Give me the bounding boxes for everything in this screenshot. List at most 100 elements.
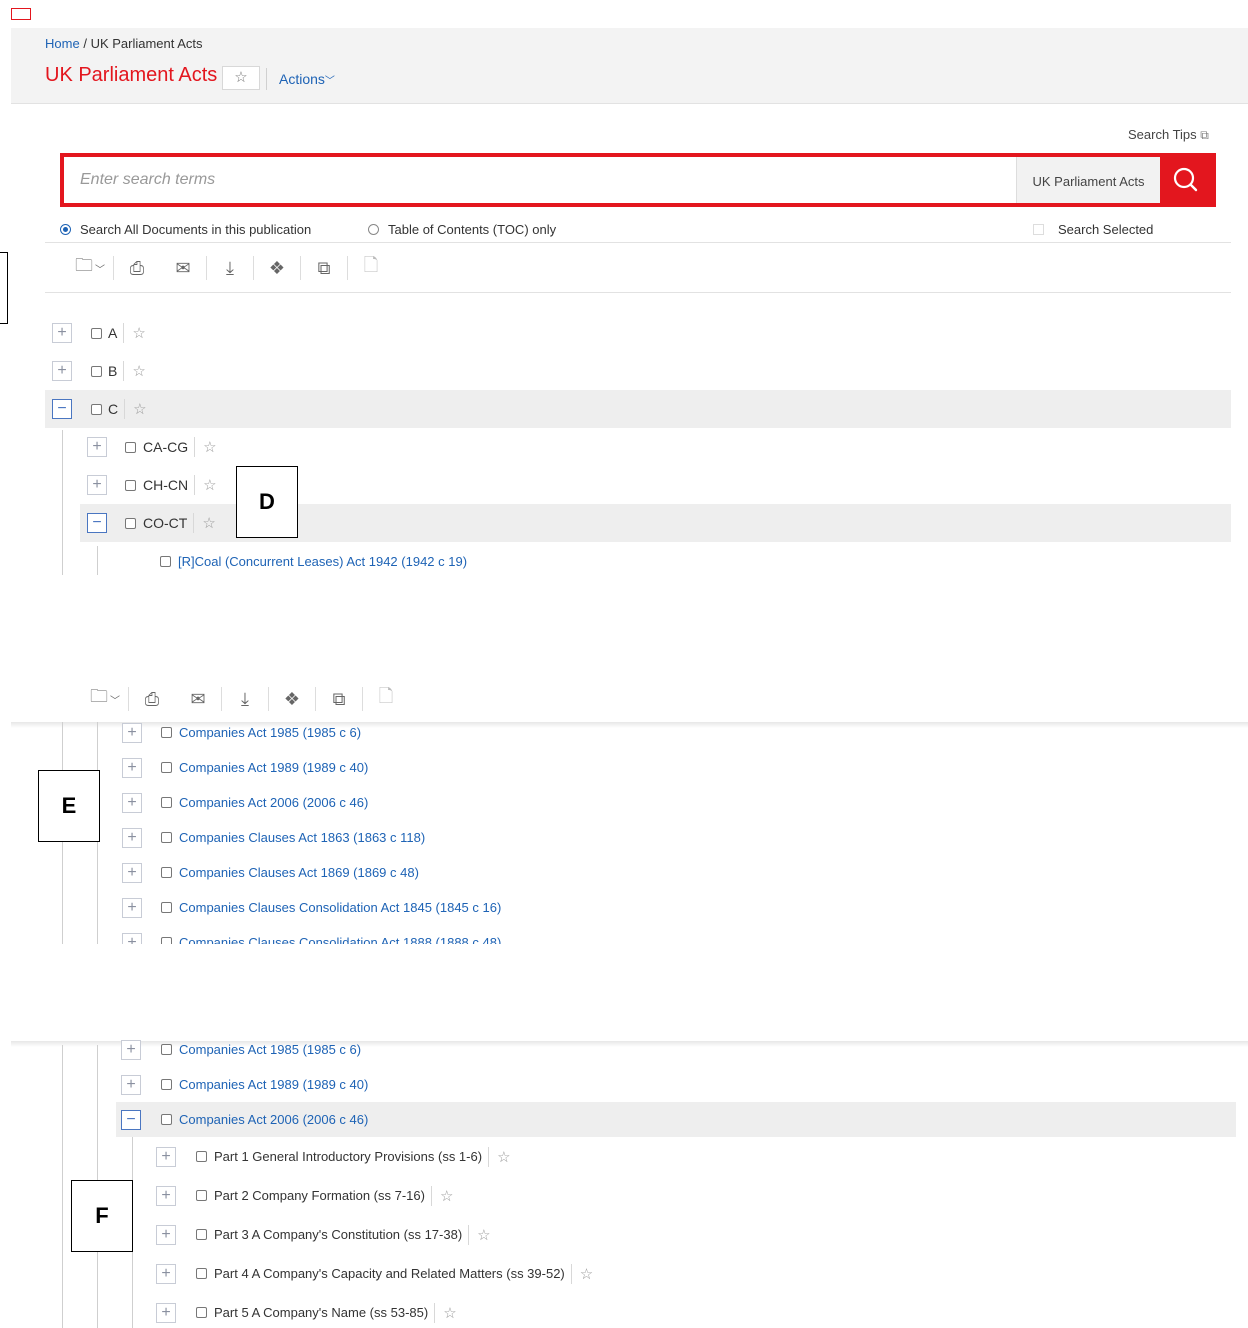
row-checkbox[interactable] bbox=[91, 365, 102, 377]
download-icon[interactable]: ⤓ bbox=[207, 253, 253, 283]
favorite-star-icon[interactable]: ☆ bbox=[443, 1304, 456, 1322]
document-link[interactable]: [R]Coal (Concurrent Leases) Act 1942 (19… bbox=[178, 554, 467, 569]
document-link[interactable]: Companies Act 2006 (2006 c 46) bbox=[179, 1112, 368, 1127]
tree-label[interactable]: Part 3 A Company's Constitution (ss 17-3… bbox=[214, 1227, 462, 1242]
dropbox-icon[interactable]: ❖ bbox=[254, 253, 300, 283]
radio-all-documents[interactable] bbox=[60, 224, 71, 235]
collapse-icon[interactable]: − bbox=[121, 1109, 141, 1130]
expand-icon[interactable]: + bbox=[122, 792, 142, 813]
expand-icon[interactable]: + bbox=[52, 361, 72, 381]
tree-label[interactable]: Part 4 A Company's Capacity and Related … bbox=[214, 1266, 565, 1281]
folder-icon[interactable]: 🗀 ﹀ bbox=[67, 253, 113, 283]
row-checkbox[interactable] bbox=[161, 937, 172, 944]
expand-icon[interactable]: + bbox=[52, 323, 72, 343]
row-checkbox[interactable] bbox=[125, 441, 136, 453]
row-checkbox[interactable] bbox=[161, 1044, 172, 1055]
row-checkbox[interactable] bbox=[196, 1190, 207, 1201]
expand-icon[interactable]: + bbox=[121, 1039, 141, 1060]
row-checkbox[interactable] bbox=[196, 1307, 207, 1318]
row-checkbox[interactable] bbox=[125, 479, 136, 491]
tree-label[interactable]: CH-CN bbox=[143, 477, 188, 493]
row-checkbox[interactable] bbox=[161, 797, 172, 808]
document-link[interactable]: Companies Clauses Consolidation Act 1845… bbox=[179, 900, 501, 915]
document-icon[interactable]: 🗋 bbox=[348, 253, 394, 283]
email-icon[interactable]: ✉ bbox=[175, 684, 221, 714]
document-link[interactable]: Companies Act 2006 (2006 c 46) bbox=[179, 795, 368, 810]
expand-icon[interactable]: + bbox=[156, 1263, 176, 1284]
tree-label[interactable]: CO-CT bbox=[143, 515, 187, 531]
row-checkbox[interactable] bbox=[161, 1114, 172, 1125]
document-link[interactable]: Companies Act 1989 (1989 c 40) bbox=[179, 1077, 368, 1092]
favorite-star-icon[interactable]: ☆ bbox=[203, 476, 216, 494]
export-icon[interactable]: ⧉ bbox=[316, 684, 362, 714]
expand-icon[interactable]: + bbox=[156, 1146, 176, 1167]
favorite-star-icon[interactable]: ☆ bbox=[203, 438, 216, 456]
expand-icon[interactable]: + bbox=[156, 1185, 176, 1206]
option-all-documents[interactable]: Search All Documents in this publication bbox=[60, 222, 311, 237]
document-link[interactable]: Companies Act 1989 (1989 c 40) bbox=[179, 760, 368, 775]
expand-icon[interactable]: + bbox=[122, 757, 142, 778]
expand-icon[interactable]: + bbox=[122, 722, 142, 743]
favorite-star-icon[interactable]: ☆ bbox=[132, 324, 145, 342]
row-checkbox[interactable] bbox=[161, 1079, 172, 1090]
expand-icon[interactable]: + bbox=[121, 1074, 141, 1095]
expand-icon[interactable]: + bbox=[156, 1302, 176, 1323]
favorite-star-icon[interactable]: ☆ bbox=[133, 400, 146, 418]
expand-icon[interactable]: + bbox=[87, 437, 107, 457]
search-scope[interactable]: UK Parliament Acts bbox=[1016, 157, 1160, 203]
favorite-star-icon[interactable]: ☆ bbox=[202, 514, 215, 532]
expand-icon[interactable]: + bbox=[122, 827, 142, 848]
expand-icon[interactable]: + bbox=[156, 1224, 176, 1245]
collapse-icon[interactable]: − bbox=[52, 399, 72, 419]
favorite-star-icon[interactable]: ☆ bbox=[497, 1148, 510, 1166]
favorite-star-icon[interactable]: ☆ bbox=[580, 1265, 593, 1283]
email-icon[interactable]: ✉ bbox=[160, 253, 206, 283]
document-icon[interactable]: 🗋 bbox=[363, 684, 409, 714]
radio-toc-only[interactable] bbox=[368, 224, 379, 235]
tree-label[interactable]: CA-CG bbox=[143, 439, 188, 455]
tree-label[interactable]: A bbox=[108, 325, 117, 341]
option-search-selected[interactable]: Search Selected bbox=[1033, 222, 1153, 237]
tree-label[interactable]: Part 5 A Company's Name (ss 53-85) bbox=[214, 1305, 428, 1320]
row-checkbox[interactable] bbox=[196, 1229, 207, 1240]
dropbox-icon[interactable]: ❖ bbox=[269, 684, 315, 714]
expand-icon[interactable]: + bbox=[122, 932, 142, 944]
document-link[interactable]: Companies Clauses Act 1869 (1869 c 48) bbox=[179, 865, 419, 880]
tree-label[interactable]: Part 1 General Introductory Provisions (… bbox=[214, 1149, 482, 1164]
row-checkbox[interactable] bbox=[161, 727, 172, 738]
row-checkbox[interactable] bbox=[161, 867, 172, 878]
row-checkbox[interactable] bbox=[196, 1268, 207, 1279]
row-checkbox[interactable] bbox=[91, 403, 102, 415]
row-checkbox[interactable] bbox=[125, 517, 136, 529]
tree-label[interactable]: Part 2 Company Formation (ss 7-16) bbox=[214, 1188, 425, 1203]
option-toc-only[interactable]: Table of Contents (TOC) only bbox=[368, 222, 556, 237]
expand-icon[interactable]: + bbox=[87, 475, 107, 495]
breadcrumb-home-link[interactable]: Home bbox=[45, 36, 80, 51]
print-icon[interactable]: ⎙ bbox=[114, 253, 160, 283]
search-tips-link[interactable]: Search Tips ⧉ bbox=[1128, 127, 1209, 143]
row-checkbox[interactable] bbox=[161, 902, 172, 913]
document-link[interactable]: Companies Clauses Act 1863 (1863 c 118) bbox=[179, 830, 425, 845]
tree-label[interactable]: B bbox=[108, 363, 117, 379]
collapse-icon[interactable]: − bbox=[87, 513, 107, 533]
tree-label[interactable]: C bbox=[108, 401, 118, 417]
favorite-star-icon[interactable]: ☆ bbox=[222, 66, 260, 90]
row-checkbox[interactable] bbox=[196, 1151, 207, 1162]
search-button[interactable] bbox=[1160, 157, 1212, 203]
document-link[interactable]: Companies Act 1985 (1985 c 6) bbox=[179, 725, 361, 740]
favorite-star-icon[interactable]: ☆ bbox=[440, 1187, 453, 1205]
search-input[interactable] bbox=[64, 157, 1016, 203]
document-link[interactable]: Companies Act 1985 (1985 c 6) bbox=[179, 1042, 361, 1057]
row-checkbox[interactable] bbox=[91, 327, 102, 339]
checkbox-search-selected[interactable] bbox=[1033, 224, 1044, 235]
row-checkbox[interactable] bbox=[161, 832, 172, 843]
row-checkbox[interactable] bbox=[160, 555, 171, 567]
expand-icon[interactable]: + bbox=[122, 897, 142, 918]
export-icon[interactable]: ⧉ bbox=[301, 253, 347, 283]
favorite-star-icon[interactable]: ☆ bbox=[132, 362, 145, 380]
row-checkbox[interactable] bbox=[161, 762, 172, 773]
actions-dropdown[interactable]: Actions﹀ bbox=[266, 68, 335, 90]
document-link[interactable]: Companies Clauses Consolidation Act 1888… bbox=[179, 935, 501, 944]
download-icon[interactable]: ⤓ bbox=[222, 684, 268, 714]
favorite-star-icon[interactable]: ☆ bbox=[477, 1226, 490, 1244]
